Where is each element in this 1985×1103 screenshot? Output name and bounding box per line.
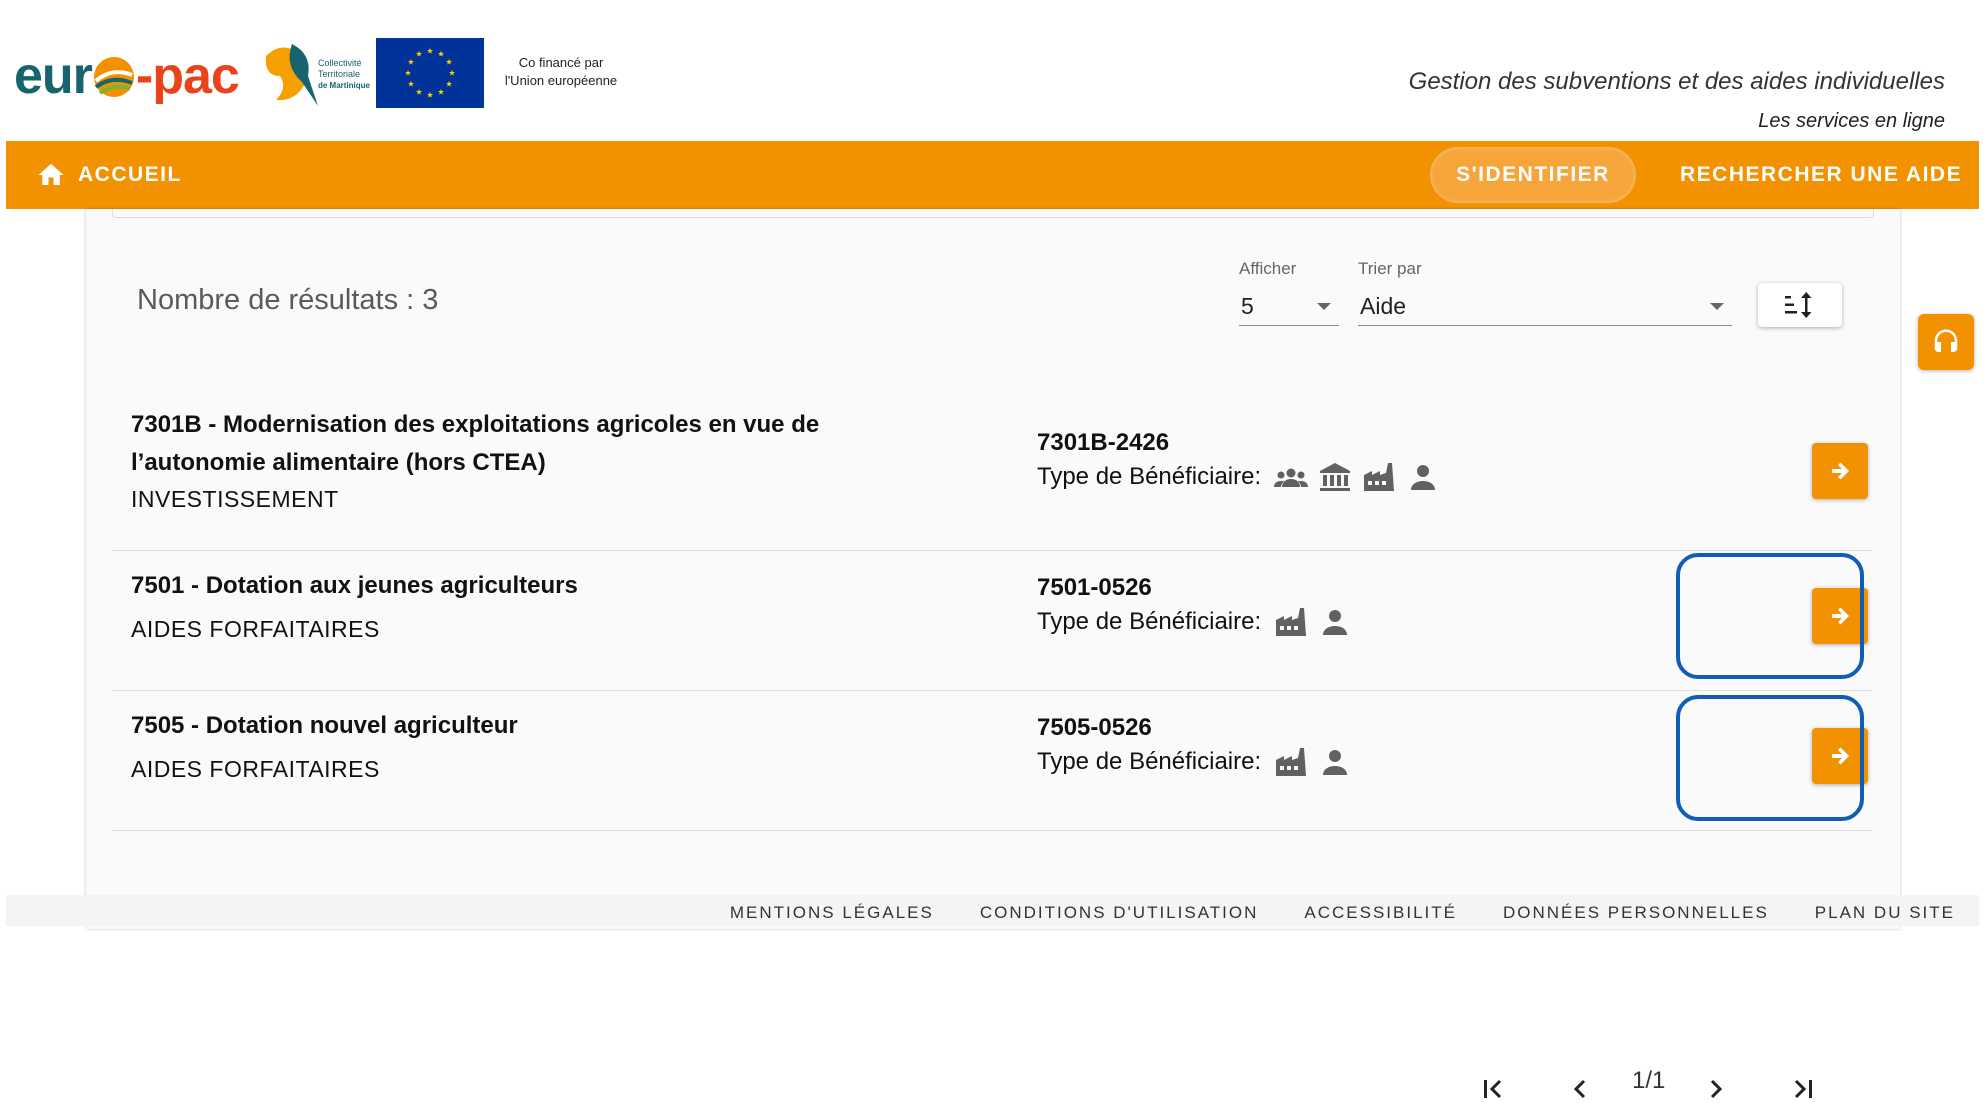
aid-title[interactable]: 7505 - Dotation nouvel agriculteur: [131, 707, 518, 745]
chevron-right-icon: [1710, 1079, 1723, 1099]
beneficiary-types: Type de Bénéficiaire:: [1037, 606, 1361, 638]
aid-type: AIDES FORFAITAIRES: [131, 616, 380, 642]
arrow-right-icon: [1832, 462, 1849, 480]
highlight-box: [1676, 695, 1864, 821]
person-icon: [1323, 750, 1348, 775]
card-divider: [112, 209, 1874, 218]
login-button[interactable]: S'IDENTIFIER: [1430, 147, 1636, 203]
site-tagline: Gestion des subventions et des aides ind…: [1408, 68, 1945, 95]
aid-title[interactable]: 7301B - Modernisation des exploitations …: [131, 406, 819, 482]
chevron-down-icon: [1710, 303, 1724, 310]
previous-page-button[interactable]: [1564, 1075, 1596, 1103]
results-count: Nombre de résultats : 3: [137, 284, 439, 316]
result-row: 7501 - Dotation aux jeunes agriculteurs …: [112, 550, 1872, 691]
first-page-icon: [1484, 1079, 1502, 1099]
highlight-box: [1676, 553, 1864, 679]
factory-icon: [1364, 463, 1395, 491]
result-row: 7301B - Modernisation des exploitations …: [112, 389, 1872, 551]
footer-link-sitemap[interactable]: PLAN DU SITE: [1815, 903, 1955, 923]
aid-code: 7301B-2426: [1037, 429, 1170, 456]
home-icon: [38, 163, 64, 185]
chevron-down-icon: [1317, 303, 1331, 310]
footer-link-legal[interactable]: MENTIONS LÉGALES: [730, 903, 934, 923]
headset-icon: [1934, 329, 1958, 352]
sort-order-button[interactable]: [1758, 283, 1842, 327]
footer-link-privacy[interactable]: DONNÉES PERSONNELLES: [1503, 903, 1769, 923]
site-footer: MENTIONS LÉGALES CONDITIONS D'UTILISATIO…: [6, 895, 1979, 926]
chevron-left-icon: [1573, 1079, 1586, 1099]
page-size-select[interactable]: 5: [1239, 285, 1339, 326]
nav-home-link[interactable]: ACCUEIL: [36, 141, 182, 209]
last-page-icon: [1794, 1079, 1812, 1099]
ctm-logo: Collectivité Territoriale de Martinique: [265, 44, 371, 106]
beneficiary-types: Type de Bénéficiaire:: [1037, 746, 1361, 778]
aid-code: 7501-0526: [1037, 574, 1152, 601]
result-row: 7505 - Dotation nouvel agriculteur AIDES…: [112, 690, 1872, 831]
sort-order-icon: [1785, 292, 1812, 318]
first-page-button[interactable]: [1478, 1075, 1510, 1103]
main-navbar: ACCUEIL S'IDENTIFIER RECHERCHER UNE AIDE: [6, 141, 1979, 209]
person-icon: [1411, 465, 1436, 490]
next-page-button[interactable]: [1700, 1075, 1732, 1103]
factory-icon: [1276, 748, 1307, 776]
site-subtagline: Les services en ligne: [1758, 110, 1945, 132]
sort-label: Trier par: [1358, 259, 1422, 278]
aid-code: 7505-0526: [1037, 714, 1152, 741]
bank-icon: [1320, 463, 1351, 491]
results-card: Nombre de résultats : 3 Afficher 5 Trier…: [86, 209, 1900, 1099]
group-icon: [1274, 468, 1309, 487]
last-page-button[interactable]: [1786, 1075, 1818, 1103]
footer-link-terms[interactable]: CONDITIONS D'UTILISATION: [980, 903, 1259, 923]
site-header: eur -pac Collectivité Territoriale de Ma…: [0, 0, 1985, 141]
person-icon: [1323, 610, 1348, 635]
footer-link-accessibility[interactable]: ACCESSIBILITÉ: [1304, 903, 1457, 923]
search-aid-link[interactable]: RECHERCHER UNE AIDE: [1680, 141, 1962, 209]
aid-title[interactable]: 7501 - Dotation aux jeunes agriculteurs: [131, 567, 578, 605]
open-aid-button[interactable]: [1812, 443, 1868, 499]
eu-flag-icon: [376, 38, 484, 108]
page-indicator: 1/1: [1632, 1067, 1666, 1094]
beneficiary-types: Type de Bénéficiaire:: [1037, 461, 1449, 493]
svg-text:de Martinique: de Martinique: [318, 81, 371, 90]
cofinance-text: Co financé par l'Union européenne: [504, 55, 618, 88]
show-label: Afficher: [1239, 259, 1297, 278]
support-button[interactable]: [1918, 314, 1974, 370]
europac-logo[interactable]: eur -pac: [14, 46, 240, 106]
svg-text:Territoriale: Territoriale: [318, 69, 360, 79]
europac-swirl-icon: [93, 57, 134, 97]
sort-select[interactable]: Aide: [1358, 285, 1732, 326]
svg-text:Collectivité: Collectivité: [318, 58, 362, 68]
aid-type: AIDES FORFAITAIRES: [131, 756, 380, 782]
factory-icon: [1276, 608, 1307, 636]
aid-type: INVESTISSEMENT: [131, 486, 339, 512]
